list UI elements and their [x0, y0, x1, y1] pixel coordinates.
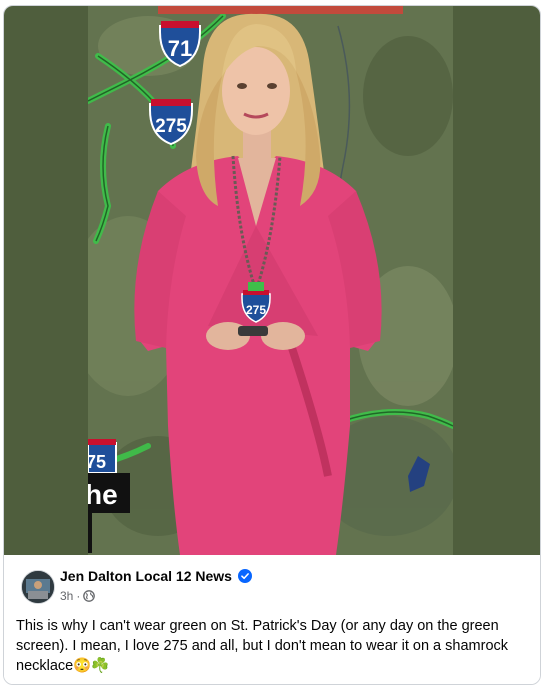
pendant-shield-number: 275	[246, 303, 266, 317]
author-row: Jen Dalton Local 12 News	[60, 568, 252, 584]
globe-icon[interactable]	[83, 590, 96, 602]
verified-badge-icon	[237, 569, 252, 583]
post-timestamp[interactable]: 3h	[60, 589, 73, 603]
post-meta: 3h ·	[60, 589, 96, 603]
author-name[interactable]: Jen Dalton Local 12 News	[60, 568, 232, 584]
avatar-image	[22, 571, 54, 603]
interstate-shield-partial: 75	[88, 439, 117, 474]
shield-number-71: 71	[168, 36, 192, 61]
shield-number-275: 275	[155, 116, 187, 137]
post-body-text: This is why I can't wear green on St. Pa…	[16, 618, 509, 674]
post-content: Jen Dalton Local 12 News 3h · This is wh…	[4, 555, 540, 684]
caption-text: he	[88, 479, 118, 510]
author-avatar[interactable]	[21, 570, 55, 604]
partial-shield-number: 75	[88, 452, 106, 472]
facebook-post-card: 71 275 75 he 275 Jen Dalton Local 12 New…	[3, 5, 541, 685]
meta-separator: ·	[76, 589, 81, 603]
weather-map-video-frame: 71 275 75 he 275	[88, 6, 453, 555]
video-player[interactable]: 71 275 75 he 275	[4, 6, 540, 555]
